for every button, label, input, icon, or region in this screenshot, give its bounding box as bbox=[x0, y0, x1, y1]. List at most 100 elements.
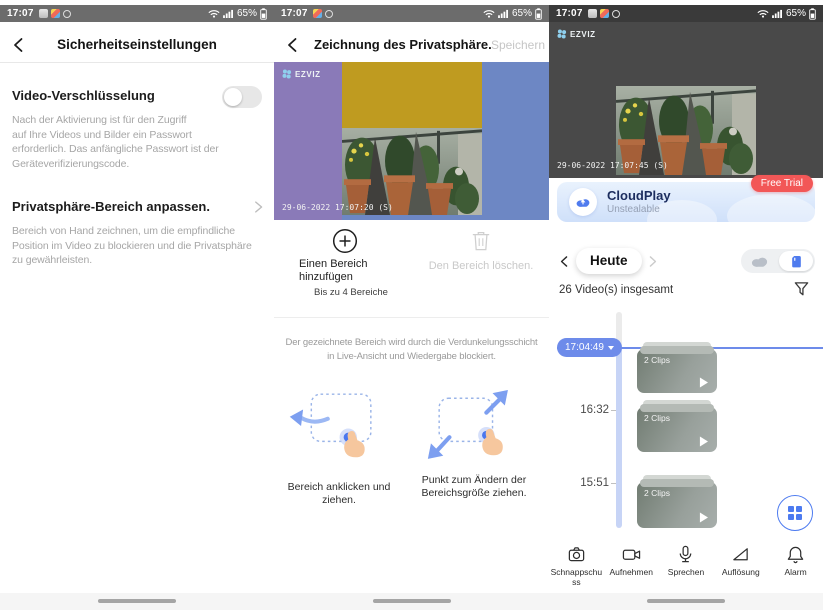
date-pill[interactable]: Heute bbox=[576, 248, 642, 274]
wifi-icon bbox=[208, 9, 220, 18]
delete-area-button[interactable]: Den Bereich löschen. bbox=[424, 230, 538, 272]
alarm-label: Alarm bbox=[784, 567, 806, 577]
ezviz-wordmark: EZVIZ bbox=[570, 30, 596, 39]
home-indicator[interactable] bbox=[98, 599, 176, 603]
talk-button[interactable]: Sprechen bbox=[659, 538, 714, 593]
status-left: 17:07 bbox=[556, 8, 620, 19]
gesture-strip bbox=[274, 593, 549, 610]
status-left: 17:07 bbox=[281, 8, 333, 19]
screen-security-settings: 17:07 65% Sicherheitseinstellungen Video… bbox=[0, 0, 274, 610]
drag-hint-text: Bereich anklicken und ziehen. bbox=[276, 481, 402, 507]
video-clip-card[interactable]: 2 Clips bbox=[637, 407, 717, 452]
video-clip-card[interactable]: 2 Clips bbox=[637, 482, 717, 528]
caret-down-icon bbox=[608, 346, 614, 350]
back-button[interactable] bbox=[10, 36, 28, 54]
status-bar: 17:07 65% bbox=[549, 5, 823, 22]
snapshot-button[interactable]: Schnappschuss bbox=[549, 538, 604, 593]
record-button[interactable]: Aufnehmen bbox=[604, 538, 659, 593]
date-navigation: Heute bbox=[549, 248, 823, 276]
video-encryption-label: Video-Verschlüsselung bbox=[12, 88, 155, 103]
video-encryption-description: Nach der Aktivierung ist für den Zugriff… bbox=[12, 113, 219, 171]
triple-screenshot-canvas: 17:07 65% Sicherheitseinstellungen Video… bbox=[0, 0, 823, 610]
camera-preview[interactable]: EZVIZ 29-06-2022 17:07:20 (S) bbox=[274, 62, 549, 220]
wifi-icon bbox=[483, 9, 495, 18]
notification-screenshot-icon bbox=[51, 9, 60, 18]
clock: 17:07 bbox=[7, 8, 34, 19]
play-icon[interactable] bbox=[699, 377, 708, 388]
timeline-marker[interactable]: 17:04:49 bbox=[557, 338, 622, 357]
signal-icon bbox=[498, 9, 509, 18]
cloud-upload-icon bbox=[569, 188, 597, 216]
play-icon[interactable] bbox=[699, 436, 708, 447]
header-divider bbox=[0, 62, 274, 63]
resolution-button[interactable]: Auflösung bbox=[713, 538, 768, 593]
video-encryption-toggle[interactable] bbox=[222, 86, 262, 108]
record-label: Aufnehmen bbox=[609, 567, 652, 577]
battery-icon bbox=[809, 8, 816, 20]
resolution-label: Auflösung bbox=[722, 567, 760, 577]
timeline-tick bbox=[611, 483, 616, 484]
cloudplay-banner[interactable]: CloudPlay Unstealable Free Trial bbox=[557, 182, 815, 222]
clip-count-label: 2 Clips bbox=[644, 355, 670, 365]
funnel-icon bbox=[793, 281, 810, 298]
ezviz-logo: EZVIZ bbox=[557, 29, 596, 39]
grid-view-button[interactable] bbox=[777, 495, 813, 531]
home-indicator[interactable] bbox=[647, 599, 725, 603]
ezviz-flower-icon bbox=[557, 29, 567, 39]
signal-icon bbox=[223, 9, 234, 18]
section-divider bbox=[274, 317, 549, 318]
gesture-strip bbox=[549, 593, 823, 610]
battery-percent: 65% bbox=[786, 8, 806, 19]
bell-icon bbox=[786, 545, 805, 564]
next-day-button[interactable] bbox=[645, 254, 660, 269]
previous-day-button[interactable] bbox=[557, 254, 572, 269]
drag-gesture-illustration bbox=[288, 388, 388, 466]
cloud-storage-icon bbox=[750, 254, 769, 268]
video-timestamp: 29-06-2022 17:07:20 (S) bbox=[282, 203, 393, 212]
notification-app-icon bbox=[325, 10, 333, 18]
timeline-time-label: 15:51 bbox=[563, 477, 609, 489]
free-trial-badge[interactable]: Free Trial bbox=[751, 175, 813, 192]
video-timestamp: 29-06-2022 17:07:45 (S) bbox=[557, 161, 668, 170]
add-area-button[interactable]: Einen Bereich hinzufügen Bis zu 4 Bereic… bbox=[299, 228, 394, 298]
alarm-button[interactable]: Alarm bbox=[768, 538, 823, 593]
status-right: 65% bbox=[208, 8, 267, 20]
resize-hint-text: Punkt zum Ändern der Bereichsgröße ziehe… bbox=[416, 474, 532, 500]
video-clip-card[interactable]: 2 Clips bbox=[637, 349, 717, 393]
privacy-area-description: Bereich von Hand zeichnen, um die empfin… bbox=[12, 224, 252, 268]
plus-circle-icon bbox=[332, 228, 358, 254]
cloudplay-subtitle: Unstealable bbox=[607, 204, 660, 215]
battery-icon bbox=[260, 8, 267, 20]
clock: 17:07 bbox=[281, 8, 308, 19]
save-button[interactable]: Speichern bbox=[491, 28, 545, 62]
back-chevron-icon bbox=[10, 36, 28, 54]
timeline-track[interactable] bbox=[616, 348, 622, 528]
grid-icon bbox=[788, 506, 802, 520]
play-icon[interactable] bbox=[699, 512, 708, 523]
balcony-video-frame bbox=[342, 126, 482, 215]
trash-icon bbox=[471, 230, 491, 252]
status-left: 17:07 bbox=[7, 8, 71, 19]
privacy-mask-top[interactable] bbox=[342, 62, 482, 128]
home-indicator[interactable] bbox=[373, 599, 451, 603]
notification-app-icon bbox=[63, 10, 71, 18]
ezviz-logo: EZVIZ bbox=[282, 69, 321, 79]
live-video-player[interactable]: EZVIZ bbox=[549, 22, 823, 178]
signal-icon bbox=[772, 9, 783, 18]
back-chevron-icon bbox=[284, 36, 302, 54]
camera-icon bbox=[567, 545, 586, 564]
clip-count-label: 2 Clips bbox=[644, 488, 670, 498]
chevron-right-icon bbox=[250, 199, 266, 215]
cloud-decoration bbox=[727, 194, 817, 238]
back-button[interactable] bbox=[284, 36, 302, 54]
storage-source-toggle[interactable] bbox=[741, 249, 815, 273]
screen-privacy-area-drawing: 17:07 65% Zeichnung des Privatsphäre... … bbox=[274, 0, 549, 610]
header: Zeichnung des Privatsphäre... Speichern bbox=[274, 28, 549, 62]
battery-percent: 65% bbox=[512, 8, 532, 19]
filter-button[interactable] bbox=[793, 281, 810, 298]
header: Sicherheitseinstellungen bbox=[0, 28, 274, 62]
toggle-knob bbox=[224, 88, 242, 106]
wifi-icon bbox=[757, 9, 769, 18]
timeline-tick bbox=[611, 410, 616, 411]
add-area-label: Einen Bereich hinzufügen bbox=[299, 258, 394, 284]
